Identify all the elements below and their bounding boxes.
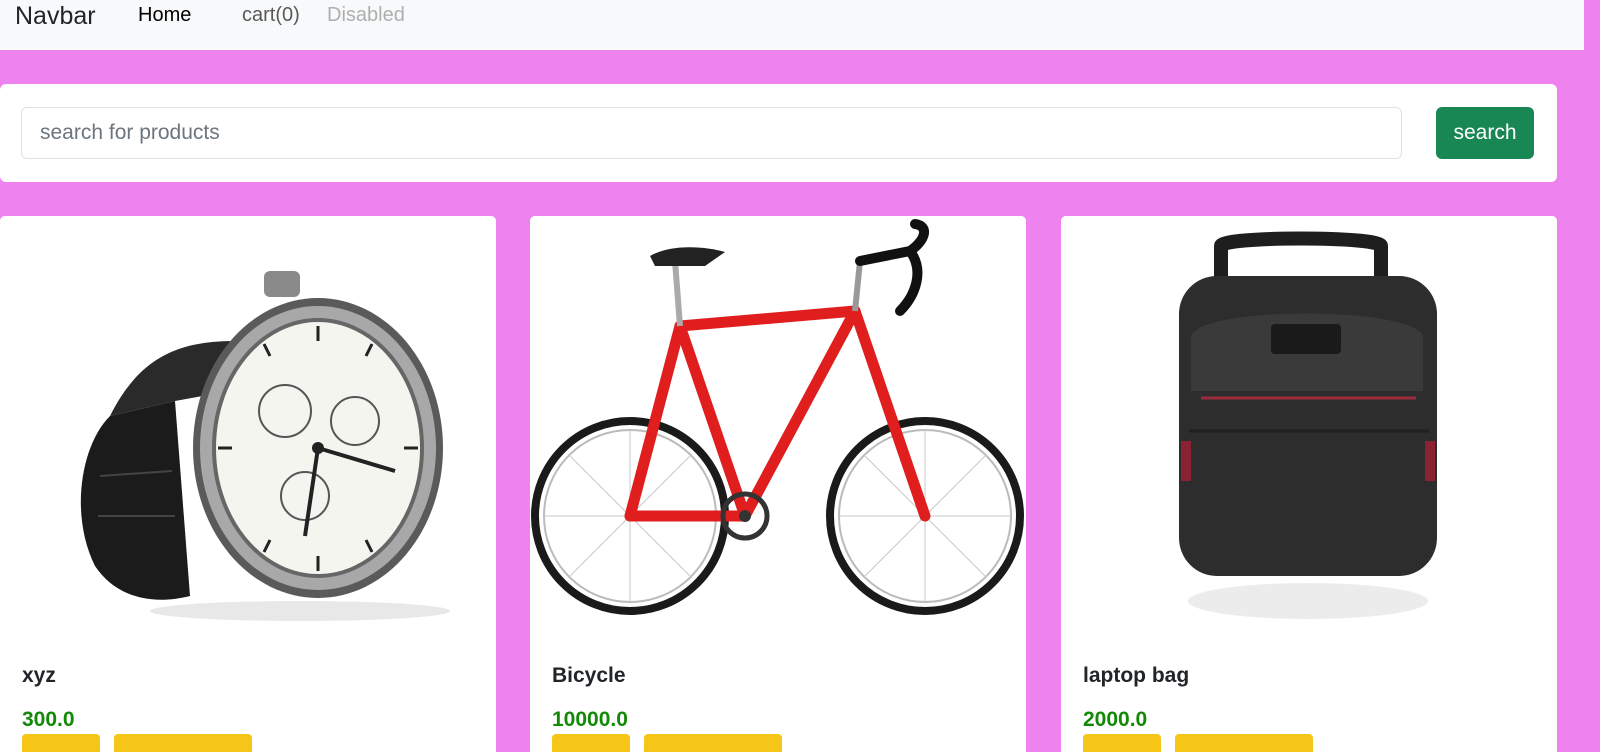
nav-link-disabled: Disabled [327,4,405,26]
product-price: 10000.0 [552,708,628,731]
product-action-button[interactable] [1175,734,1313,752]
product-name: Bicycle [552,664,626,687]
product-price: 2000.0 [1083,708,1148,731]
product-name: laptop bag [1083,664,1190,687]
backpack-illustration [1179,231,1437,619]
product-name: xyz [22,664,56,687]
product-action-button[interactable] [22,734,100,752]
product-card: xyz 300.0 [0,216,496,752]
product-action-button[interactable] [114,734,252,752]
search-button[interactable]: search [1436,107,1534,159]
search-card: search [0,84,1557,182]
wristwatch-illustration [80,271,450,621]
nav-link-home[interactable]: Home [138,3,191,27]
bicycle-illustration [531,219,1024,615]
product-image-watch[interactable] [0,216,496,636]
product-action-button[interactable] [644,734,782,752]
product-card: Bicycle 10000.0 [530,216,1026,752]
product-action-button[interactable] [1083,734,1161,752]
product-action-button[interactable] [552,734,630,752]
nav-link-cart[interactable]: cart(0) [242,3,300,27]
page-scrollbar[interactable] [1584,0,1600,752]
navbar: Navbar Home cart(0) Disabled [0,0,1584,50]
product-card: laptop bag 2000.0 [1061,216,1557,752]
search-input[interactable] [21,107,1402,159]
product-image-bicycle[interactable] [530,216,1026,636]
product-price: 300.0 [22,708,75,731]
product-image-laptop-bag[interactable] [1061,216,1557,636]
navbar-brand[interactable]: Navbar [15,2,96,30]
